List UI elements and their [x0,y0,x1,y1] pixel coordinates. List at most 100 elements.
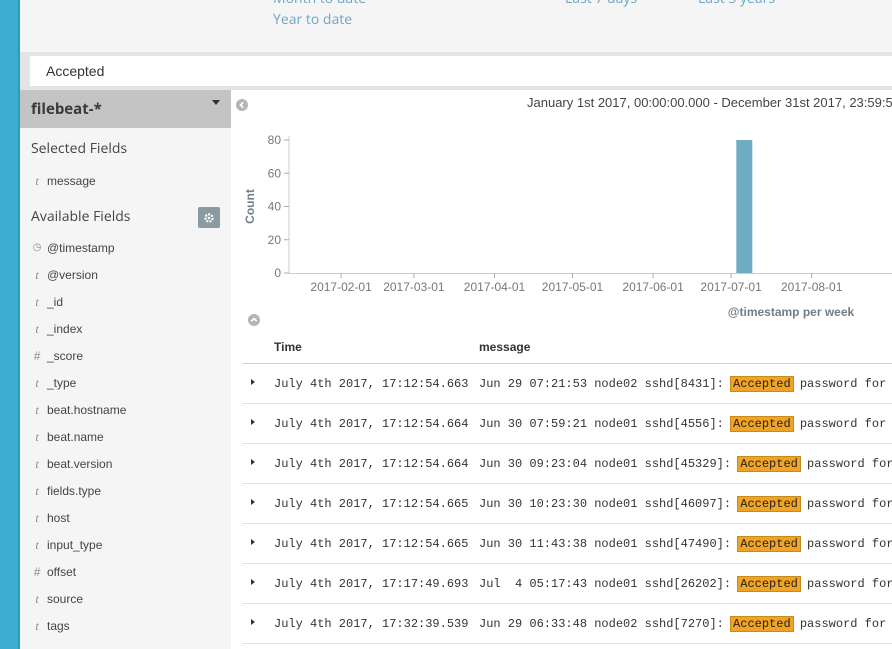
field-settings-button[interactable] [198,207,220,228]
expand-row-icon[interactable] [251,419,255,425]
row-time: July 4th 2017, 17:17:49.693 [274,577,469,591]
expand-row-icon[interactable] [251,499,255,505]
expand-row-icon[interactable] [251,579,255,585]
search-highlight: Accepted [730,416,794,432]
table-row[interactable]: July 4th 2017, 17:32:39.539 Jun 29 06:33:… [242,604,892,644]
message-prefix: Jun 29 06:33:48 node02 sshd[7270]: [479,617,732,631]
string-type-icon: t [35,457,39,471]
histogram-chart: 0 20 40 60 80 2017-02-01 2017-03-01 2017-04-01 2… [231,120,892,330]
quick-last-5-years[interactable]: Last 5 years [698,0,775,8]
available-fields-title: Available Fields [31,207,131,226]
column-header-message[interactable]: message [479,340,530,354]
field-name: _score [47,349,84,363]
message-suffix: password for e [807,497,892,511]
string-type-icon: t [35,295,39,309]
field-item[interactable]: t tags [31,617,226,637]
expand-row-icon[interactable] [251,619,255,625]
x-tick-label: 2017-05-01 [542,280,604,294]
row-time: July 4th 2017, 17:32:39.539 [274,617,469,631]
search-input[interactable] [30,56,892,86]
table-row[interactable]: July 4th 2017, 17:12:54.664 Jun 30 07:59:… [242,404,892,444]
field-item[interactable]: t fields.type [31,482,226,502]
field-name: @version [47,268,98,282]
field-name: @timestamp [47,241,115,255]
index-pattern-selector[interactable]: filebeat-* [20,90,231,128]
y-tick-label: 60 [268,166,282,180]
string-type-icon: t [35,403,39,417]
x-tick-label: 2017-04-01 [464,280,526,294]
discover-main: January 1st 2017, 00:00:00.000 - Decembe… [231,90,892,649]
search-bar [20,52,892,90]
row-time: July 4th 2017, 17:12:54.664 [274,417,469,431]
index-pattern-name: filebeat-* [31,99,102,119]
number-type-icon: # [33,565,41,579]
search-highlight: Accepted [737,496,801,512]
table-row[interactable]: July 4th 2017, 17:12:54.665 Jun 30 11:43:… [242,524,892,564]
row-message: Jun 29 06:33:48 node02 sshd[7270]: Accep… [479,616,892,632]
field-item[interactable]: t message [31,172,226,192]
quick-year-to-date[interactable]: Year to date [273,10,352,29]
time-range-label: January 1st 2017, 00:00:00.000 - Decembe… [527,95,892,110]
field-item[interactable]: ◷ @timestamp [31,239,226,259]
histogram-bar[interactable] [736,140,753,273]
row-time: July 4th 2017, 17:12:54.665 [274,537,469,551]
field-item[interactable]: t _id [31,293,226,313]
field-item[interactable]: t _type [31,374,226,394]
field-item[interactable]: t beat.version [31,455,226,475]
field-item[interactable]: t source [31,590,226,610]
string-type-icon: t [35,268,39,282]
field-item[interactable]: t beat.hostname [31,401,226,421]
field-item[interactable]: t beat.name [31,428,226,448]
field-name: message [47,174,96,188]
field-item[interactable]: t input_type [31,536,226,556]
y-tick-label: 80 [268,133,282,147]
quick-month-to-date[interactable]: Month to date [273,0,366,8]
row-message: Jul 4 05:17:43 node01 sshd[26202]: Accep… [479,576,892,592]
string-type-icon: t [35,484,39,498]
search-highlight: Accepted [737,576,801,592]
selected-fields-title: Selected Fields [31,139,128,158]
field-item[interactable]: # offset [31,563,226,583]
search-highlight: Accepted [737,456,801,472]
field-name: source [47,592,84,606]
string-type-icon: t [35,174,39,188]
string-type-icon: t [35,430,39,444]
field-item[interactable]: t _index [31,320,226,340]
field-item[interactable]: t host [31,509,226,529]
collapse-sidebar-button[interactable] [236,99,248,111]
quick-last-7-days[interactable]: Last 7 days [565,0,637,8]
string-type-icon: t [35,376,39,390]
x-tick-label: 2017-03-01 [383,280,445,294]
field-item[interactable]: # _score [31,347,226,367]
string-type-icon: t [35,592,39,606]
field-name: fields.type [47,484,102,498]
field-item[interactable]: t @version [31,266,226,286]
table-row[interactable]: July 4th 2017, 17:17:49.693 Jul 4 05:17:4… [242,564,892,604]
caret-down-icon [212,100,220,105]
message-prefix: Jul 4 05:17:43 node01 sshd[26202]: [479,577,739,591]
expand-row-icon[interactable] [251,459,255,465]
message-prefix: Jun 30 09:23:04 node01 sshd[45329]: [479,457,739,471]
message-suffix: password for ro [799,417,887,431]
timepicker-quick-panel: Month to date Year to date Last 7 days L… [20,0,892,52]
collapse-chart-button[interactable] [248,314,260,326]
x-tick-label: 2017-02-01 [310,280,372,294]
string-type-icon: t [35,511,39,525]
field-name: beat.name [47,430,104,444]
message-suffix: password for ac [799,377,887,391]
table-row[interactable]: July 4th 2017, 17:12:54.663 Jun 29 07:21:… [242,364,892,404]
chevron-up-icon [250,317,258,322]
row-message: Jun 30 10:23:30 node01 sshd[46097]: Acce… [479,496,892,512]
message-prefix: Jun 29 07:21:53 node02 sshd[8431]: [479,377,732,391]
table-row[interactable]: July 4th 2017, 17:12:54.664 Jun 30 09:23:… [242,444,892,484]
column-header-time[interactable]: Time [274,340,302,354]
table-row[interactable]: July 4th 2017, 17:12:54.665 Jun 30 10:23:… [242,484,892,524]
field-name: input_type [47,538,103,552]
string-type-icon: t [35,322,39,336]
expand-row-icon[interactable] [251,539,255,545]
message-suffix: password for r [807,457,892,471]
clock-icon: ◷ [32,242,42,253]
field-sidebar: filebeat-* Selected Fields t message Avai… [20,90,231,649]
expand-row-icon[interactable] [251,379,255,385]
field-name: host [47,511,70,525]
